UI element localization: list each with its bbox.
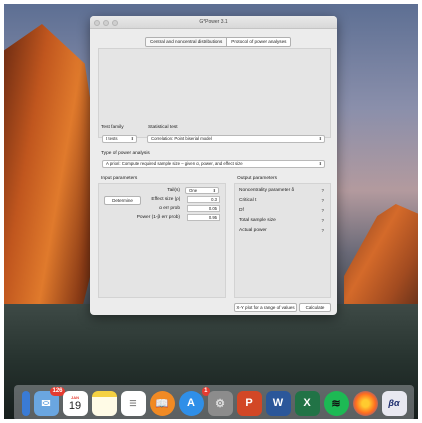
- tails-label: Tail(s): [167, 188, 180, 193]
- updown-chevron-icon: ⬍: [318, 161, 322, 166]
- power-analysis-select[interactable]: A priori: Compute required sample size –…: [102, 160, 325, 168]
- statistical-test-select[interactable]: Correlation: Point biserial model ⬍: [147, 135, 325, 143]
- app-store-icon[interactable]: A1: [178, 386, 210, 416]
- test-family-label: Test family: [101, 125, 124, 130]
- gpower-window: G*Power 3.1 Central and noncentral distr…: [90, 16, 337, 315]
- excel-icon[interactable]: X: [294, 390, 320, 416]
- close-window-button[interactable]: [94, 20, 100, 26]
- minimize-window-button[interactable]: [103, 20, 109, 26]
- window-controls: [94, 20, 118, 26]
- reminders-icon[interactable]: ☰: [120, 390, 146, 416]
- power-label: Power (1-β err prob): [136, 215, 180, 220]
- word-icon[interactable]: W: [265, 390, 291, 416]
- test-family-value: t tests: [106, 136, 118, 141]
- mail-icon[interactable]: ✉ 126: [33, 386, 65, 416]
- alpha-label: α err prob: [159, 206, 180, 211]
- effect-size-field[interactable]: 0.3: [187, 196, 220, 203]
- noncentrality-value: ?: [321, 188, 324, 193]
- gpower-icon[interactable]: βα: [381, 390, 407, 416]
- alpha-field[interactable]: 0.05: [187, 205, 220, 212]
- power-analysis-label: Type of power analysis: [101, 151, 150, 156]
- system-preferences-icon[interactable]: ⚙: [207, 390, 233, 416]
- window-titlebar[interactable]: G*Power 3.1: [90, 16, 337, 29]
- tails-value: One: [189, 188, 198, 193]
- xy-plot-button[interactable]: X-Y plot for a range of values: [234, 303, 297, 312]
- powerpoint-icon[interactable]: P: [236, 390, 262, 416]
- updown-chevron-icon: ⬍: [130, 136, 134, 141]
- ibooks-icon[interactable]: 📖: [149, 390, 175, 416]
- power-field[interactable]: 0.95: [187, 214, 220, 221]
- notes-icon[interactable]: [91, 390, 117, 416]
- statistical-test-label: Statistical test: [148, 125, 178, 130]
- window-title: G*Power 3.1: [199, 19, 228, 25]
- tails-select[interactable]: One ⬍: [185, 187, 219, 194]
- output-parameters-panel: Noncentrality parameter δ ? Critical t ?…: [234, 183, 331, 298]
- dock: ✉ 126 JAN 19 ☰ 📖 A1 ⚙ P W X ≋ βα: [14, 385, 414, 419]
- test-family-select[interactable]: t tests ⬍: [102, 135, 137, 143]
- total-sample-size-label: Total sample size: [239, 218, 276, 223]
- df-label: Df: [239, 208, 244, 213]
- input-parameters-panel: Tail(s) One ⬍ Determine Effect size |ρ| 0…: [98, 183, 226, 298]
- total-sample-size-value: ?: [321, 218, 324, 223]
- distribution-plot-area: [98, 48, 331, 138]
- determine-button[interactable]: Determine: [104, 196, 141, 205]
- calendar-day: 19: [68, 399, 82, 412]
- actual-power-label: Actual power: [239, 228, 267, 233]
- input-parameters-title: Input parameters: [101, 176, 138, 181]
- df-value: ?: [321, 208, 324, 213]
- output-parameters-title: Output parameters: [237, 176, 277, 181]
- power-analysis-value: A priori: Compute required sample size –…: [106, 161, 243, 166]
- zoom-window-button[interactable]: [112, 20, 118, 26]
- tab-protocol[interactable]: Protocol of power analyses: [226, 38, 291, 46]
- finder-partial-icon[interactable]: [21, 390, 30, 416]
- noncentrality-label: Noncentrality parameter δ: [239, 188, 295, 193]
- firefox-icon[interactable]: [352, 390, 378, 416]
- tab-distributions[interactable]: Central and noncentral distributions: [146, 38, 227, 46]
- critical-t-value: ?: [321, 198, 324, 203]
- updown-chevron-icon: ⬍: [318, 136, 322, 141]
- effect-size-label: Effect size |ρ|: [151, 197, 180, 202]
- actual-power-value: ?: [321, 228, 324, 233]
- critical-t-label: Critical t: [239, 198, 257, 203]
- calculate-button[interactable]: Calculate: [299, 303, 331, 312]
- statistical-test-value: Correlation: Point biserial model: [151, 136, 212, 141]
- spotify-icon[interactable]: ≋: [323, 390, 349, 416]
- updown-chevron-icon: ⬍: [212, 188, 216, 193]
- calendar-icon[interactable]: JAN 19: [62, 390, 88, 416]
- tab-bar: Central and noncentral distributions Pro…: [145, 37, 292, 47]
